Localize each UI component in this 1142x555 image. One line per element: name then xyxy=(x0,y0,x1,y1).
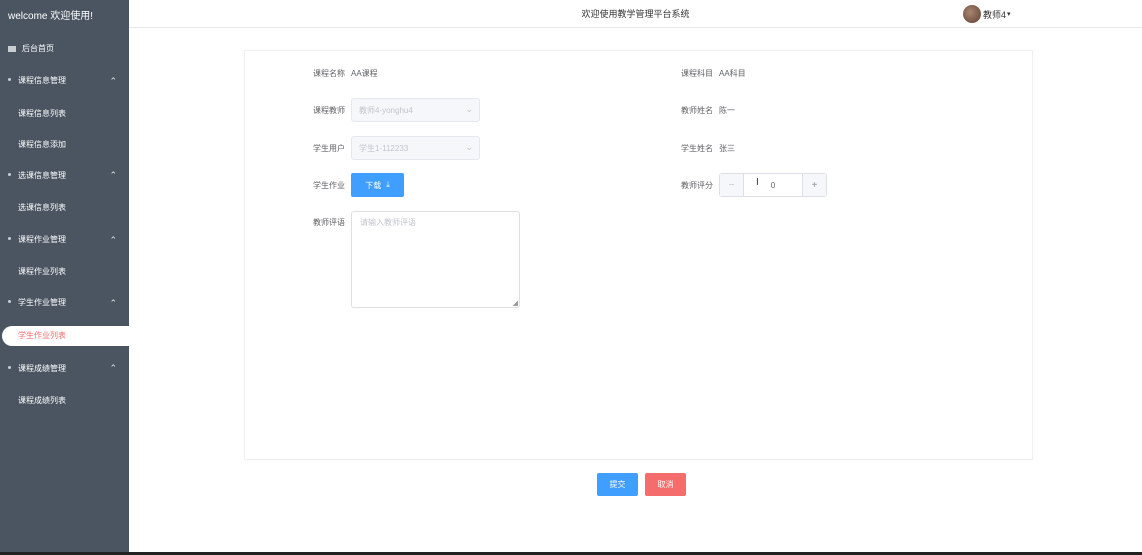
sidebar-home-label: 后台首页 xyxy=(22,44,54,53)
sidebar-welcome: welcome 欢迎使用! xyxy=(8,11,94,22)
field-student-name: 学生姓名 张三 xyxy=(673,138,735,158)
field-course-teacher: 课程教师 教师4-yonghu4 ⌄ xyxy=(305,98,480,122)
teacher-comment-label: 教师评语 xyxy=(313,218,345,227)
bullet-icon xyxy=(8,366,11,369)
main-content: 课程名称 AA课程 课程科目 AA科目 课程教师 教师4-yonghu4 ⌄ 教… xyxy=(129,29,1142,552)
chevron-up-icon: ⌃ xyxy=(109,235,117,245)
download-button-label: 下载 xyxy=(365,180,382,190)
chevron-down-icon: ⌄ xyxy=(465,104,473,114)
decrement-button[interactable]: − xyxy=(720,174,744,196)
field-course-subject: 课程科目 AA科目 xyxy=(673,63,746,83)
student-user-label: 学生用户 xyxy=(313,143,345,153)
course-name-label: 课程名称 xyxy=(313,68,345,78)
sidebar-item-course-homework-list[interactable]: 课程作业列表 xyxy=(0,255,129,288)
caret-down-icon: ▾ xyxy=(1007,11,1011,18)
bullet-icon xyxy=(8,173,11,176)
user-menu[interactable]: 教师4 ▾ xyxy=(963,4,1011,24)
sidebar-group-course-grades[interactable]: 课程成绩管理 ⌃ xyxy=(0,353,129,384)
sidebar-item-student-homework-list[interactable]: 学生作业列表 xyxy=(2,326,129,346)
sidebar: welcome 欢迎使用! 后台首页 课程信息管理 ⌃ 课程信息列表 课程信息添… xyxy=(0,0,129,552)
chevron-up-icon: ⌃ xyxy=(109,298,117,308)
teacher-score-label: 教师评分 xyxy=(681,180,713,190)
avatar xyxy=(963,5,981,23)
form-card: 课程名称 AA课程 课程科目 AA科目 课程教师 教师4-yonghu4 ⌄ 教… xyxy=(244,50,1033,460)
sidebar-group-course-homework[interactable]: 课程作业管理 ⌃ xyxy=(0,225,129,255)
field-teacher-comment: 教师评语 请输入教师评语 ◢ xyxy=(305,211,520,308)
chevron-up-icon: ⌃ xyxy=(109,76,117,86)
sidebar-item-course-grades-list[interactable]: 课程成绩列表 xyxy=(0,384,129,418)
sidebar-group-label: 学生作业管理 xyxy=(18,298,66,307)
download-icon: ⤓ xyxy=(386,180,390,189)
teacher-name-value: 陈一 xyxy=(719,105,735,115)
bullet-icon xyxy=(8,300,11,303)
sidebar-group-student-homework[interactable]: 学生作业管理 ⌃ xyxy=(0,288,129,318)
student-name-value: 张三 xyxy=(719,143,735,153)
sidebar-group-label: 选课信息管理 xyxy=(18,171,66,180)
teacher-comment-textarea[interactable]: 请输入教师评语 ◢ xyxy=(351,211,520,308)
teacher-comment-placeholder: 请输入教师评语 xyxy=(360,218,416,227)
course-teacher-select-value: 教师4-yonghu4 xyxy=(359,105,413,115)
field-student-homework: 学生作业 下载 ⤓ xyxy=(305,173,404,197)
student-name-label: 学生姓名 xyxy=(681,143,713,153)
bullet-icon xyxy=(8,237,11,240)
chevron-up-icon: ⌃ xyxy=(109,363,117,373)
text-cursor-icon: I xyxy=(756,176,759,188)
field-student-user: 学生用户 学生1-112233 ⌄ xyxy=(305,136,480,160)
field-teacher-score: 教师评分 − I 0 + xyxy=(673,173,827,197)
home-icon xyxy=(8,46,16,52)
field-course-name: 课程名称 AA课程 xyxy=(305,63,378,83)
course-teacher-select[interactable]: 教师4-yonghu4 ⌄ xyxy=(351,98,480,122)
sidebar-group-selection-info[interactable]: 选课信息管理 ⌃ xyxy=(0,160,129,191)
score-stepper[interactable]: − I 0 + xyxy=(719,173,827,197)
sidebar-item-course-info-list[interactable]: 课程信息列表 xyxy=(0,98,129,129)
sidebar-item-home[interactable]: 后台首页 xyxy=(0,34,129,64)
sidebar-item-course-info-add[interactable]: 课程信息添加 xyxy=(0,129,129,160)
score-value: 0 xyxy=(770,180,776,190)
student-user-select[interactable]: 学生1-112233 ⌄ xyxy=(351,136,480,160)
field-teacher-name: 教师姓名 陈一 xyxy=(673,100,735,120)
submit-button[interactable]: 提交 xyxy=(597,473,638,496)
course-teacher-label: 课程教师 xyxy=(313,105,345,115)
course-name-value: AA课程 xyxy=(351,68,378,78)
sidebar-group-label: 课程信息管理 xyxy=(18,76,66,85)
student-user-select-value: 学生1-112233 xyxy=(359,143,409,153)
chevron-up-icon: ⌃ xyxy=(109,170,117,180)
resize-handle-icon[interactable]: ◢ xyxy=(513,299,518,307)
download-button[interactable]: 下载 ⤓ xyxy=(351,173,404,197)
sidebar-item-selection-list[interactable]: 选课信息列表 xyxy=(0,191,129,225)
sidebar-group-label: 课程成绩管理 xyxy=(18,364,66,373)
student-homework-label: 学生作业 xyxy=(313,180,345,190)
teacher-name-label: 教师姓名 xyxy=(681,105,713,115)
chevron-down-icon: ⌄ xyxy=(465,142,473,152)
increment-button[interactable]: + xyxy=(802,174,826,196)
form-actions: 提交 取消 xyxy=(597,473,693,496)
course-subject-value: AA科目 xyxy=(719,68,746,78)
course-subject-label: 课程科目 xyxy=(681,68,713,78)
cancel-button[interactable]: 取消 xyxy=(645,473,686,496)
score-input[interactable]: I 0 xyxy=(744,177,802,190)
bullet-icon xyxy=(8,78,11,81)
top-header: 欢迎使用教学管理平台系统 教师4 ▾ xyxy=(129,0,1142,28)
user-name: 教师4 xyxy=(983,9,1007,20)
sidebar-group-course-info[interactable]: 课程信息管理 ⌃ xyxy=(0,64,129,98)
sidebar-group-label: 课程作业管理 xyxy=(18,235,66,244)
